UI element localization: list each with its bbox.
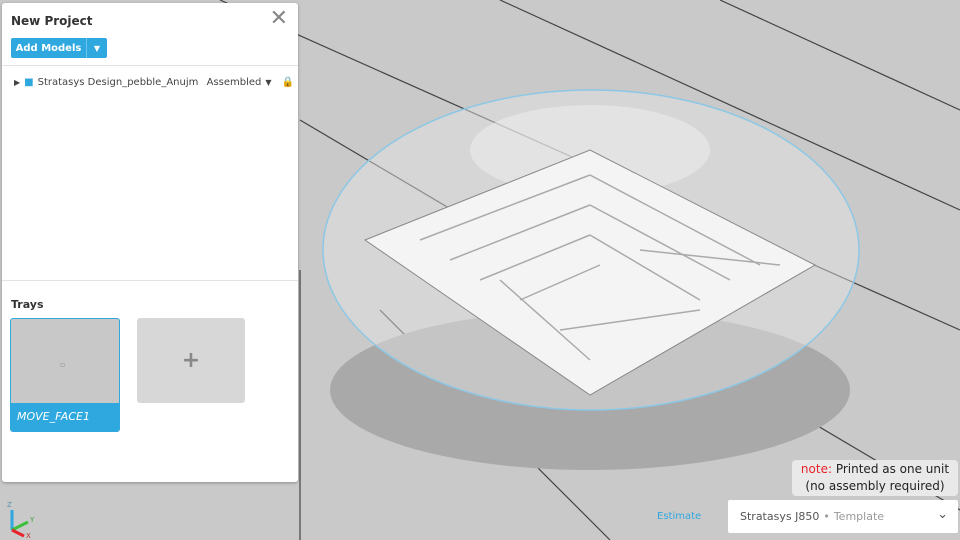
printer-select[interactable]: Stratasys J850 • Template ⌄ — [728, 500, 958, 533]
add-models-button[interactable]: Add Models ▼ — [11, 38, 107, 58]
note-prefix: note: — [800, 462, 832, 476]
printer-name: Stratasys J850 — [740, 510, 820, 523]
lock-icon[interactable]: 🔒 — [282, 77, 294, 88]
tray-card[interactable]: ▫ MOVE_FACE1 — [10, 318, 120, 432]
note-line2: (no assembly required) — [805, 479, 945, 493]
add-models-label[interactable]: Add Models — [11, 38, 87, 58]
expand-caret-icon[interactable]: ▶ — [14, 78, 20, 87]
chevron-down-icon[interactable]: ⌄ — [937, 507, 948, 522]
separator: • — [823, 510, 830, 523]
add-tray-button[interactable]: + — [137, 318, 245, 403]
assembly-cube-icon: ■ — [24, 77, 34, 88]
printer-template: Template — [833, 510, 885, 523]
mode-select[interactable]: Assembled — [207, 77, 262, 88]
tray-label: MOVE_FACE1 — [11, 403, 119, 431]
note-line1: Printed as one unit — [835, 462, 950, 476]
note-callout: note: Printed as one unit (no assembly r… — [792, 460, 958, 496]
estimate-link[interactable]: Estimate — [657, 511, 701, 522]
axis-z-label: Z — [7, 501, 12, 509]
image-placeholder-icon: ▫ — [60, 360, 66, 369]
page-title: New Project — [11, 14, 93, 28]
caret-down-icon[interactable]: ▼ — [265, 78, 271, 87]
axis-triad: Z Y X — [7, 501, 35, 538]
model-name: Stratasys Design_pebble_Anujmalvi... — [37, 77, 199, 88]
axis-y-label: Y — [29, 516, 35, 524]
model-row[interactable]: ▶ ■ Stratasys Design_pebble_Anujmalvi...… — [14, 77, 294, 88]
plus-icon: + — [181, 348, 201, 373]
divider — [2, 280, 298, 281]
caret-down-icon[interactable]: ▼ — [87, 38, 107, 58]
close-icon[interactable]: ✕ — [270, 6, 288, 31]
divider — [2, 65, 298, 66]
trays-heading: Trays — [11, 298, 44, 311]
axis-x-label: X — [26, 532, 31, 538]
